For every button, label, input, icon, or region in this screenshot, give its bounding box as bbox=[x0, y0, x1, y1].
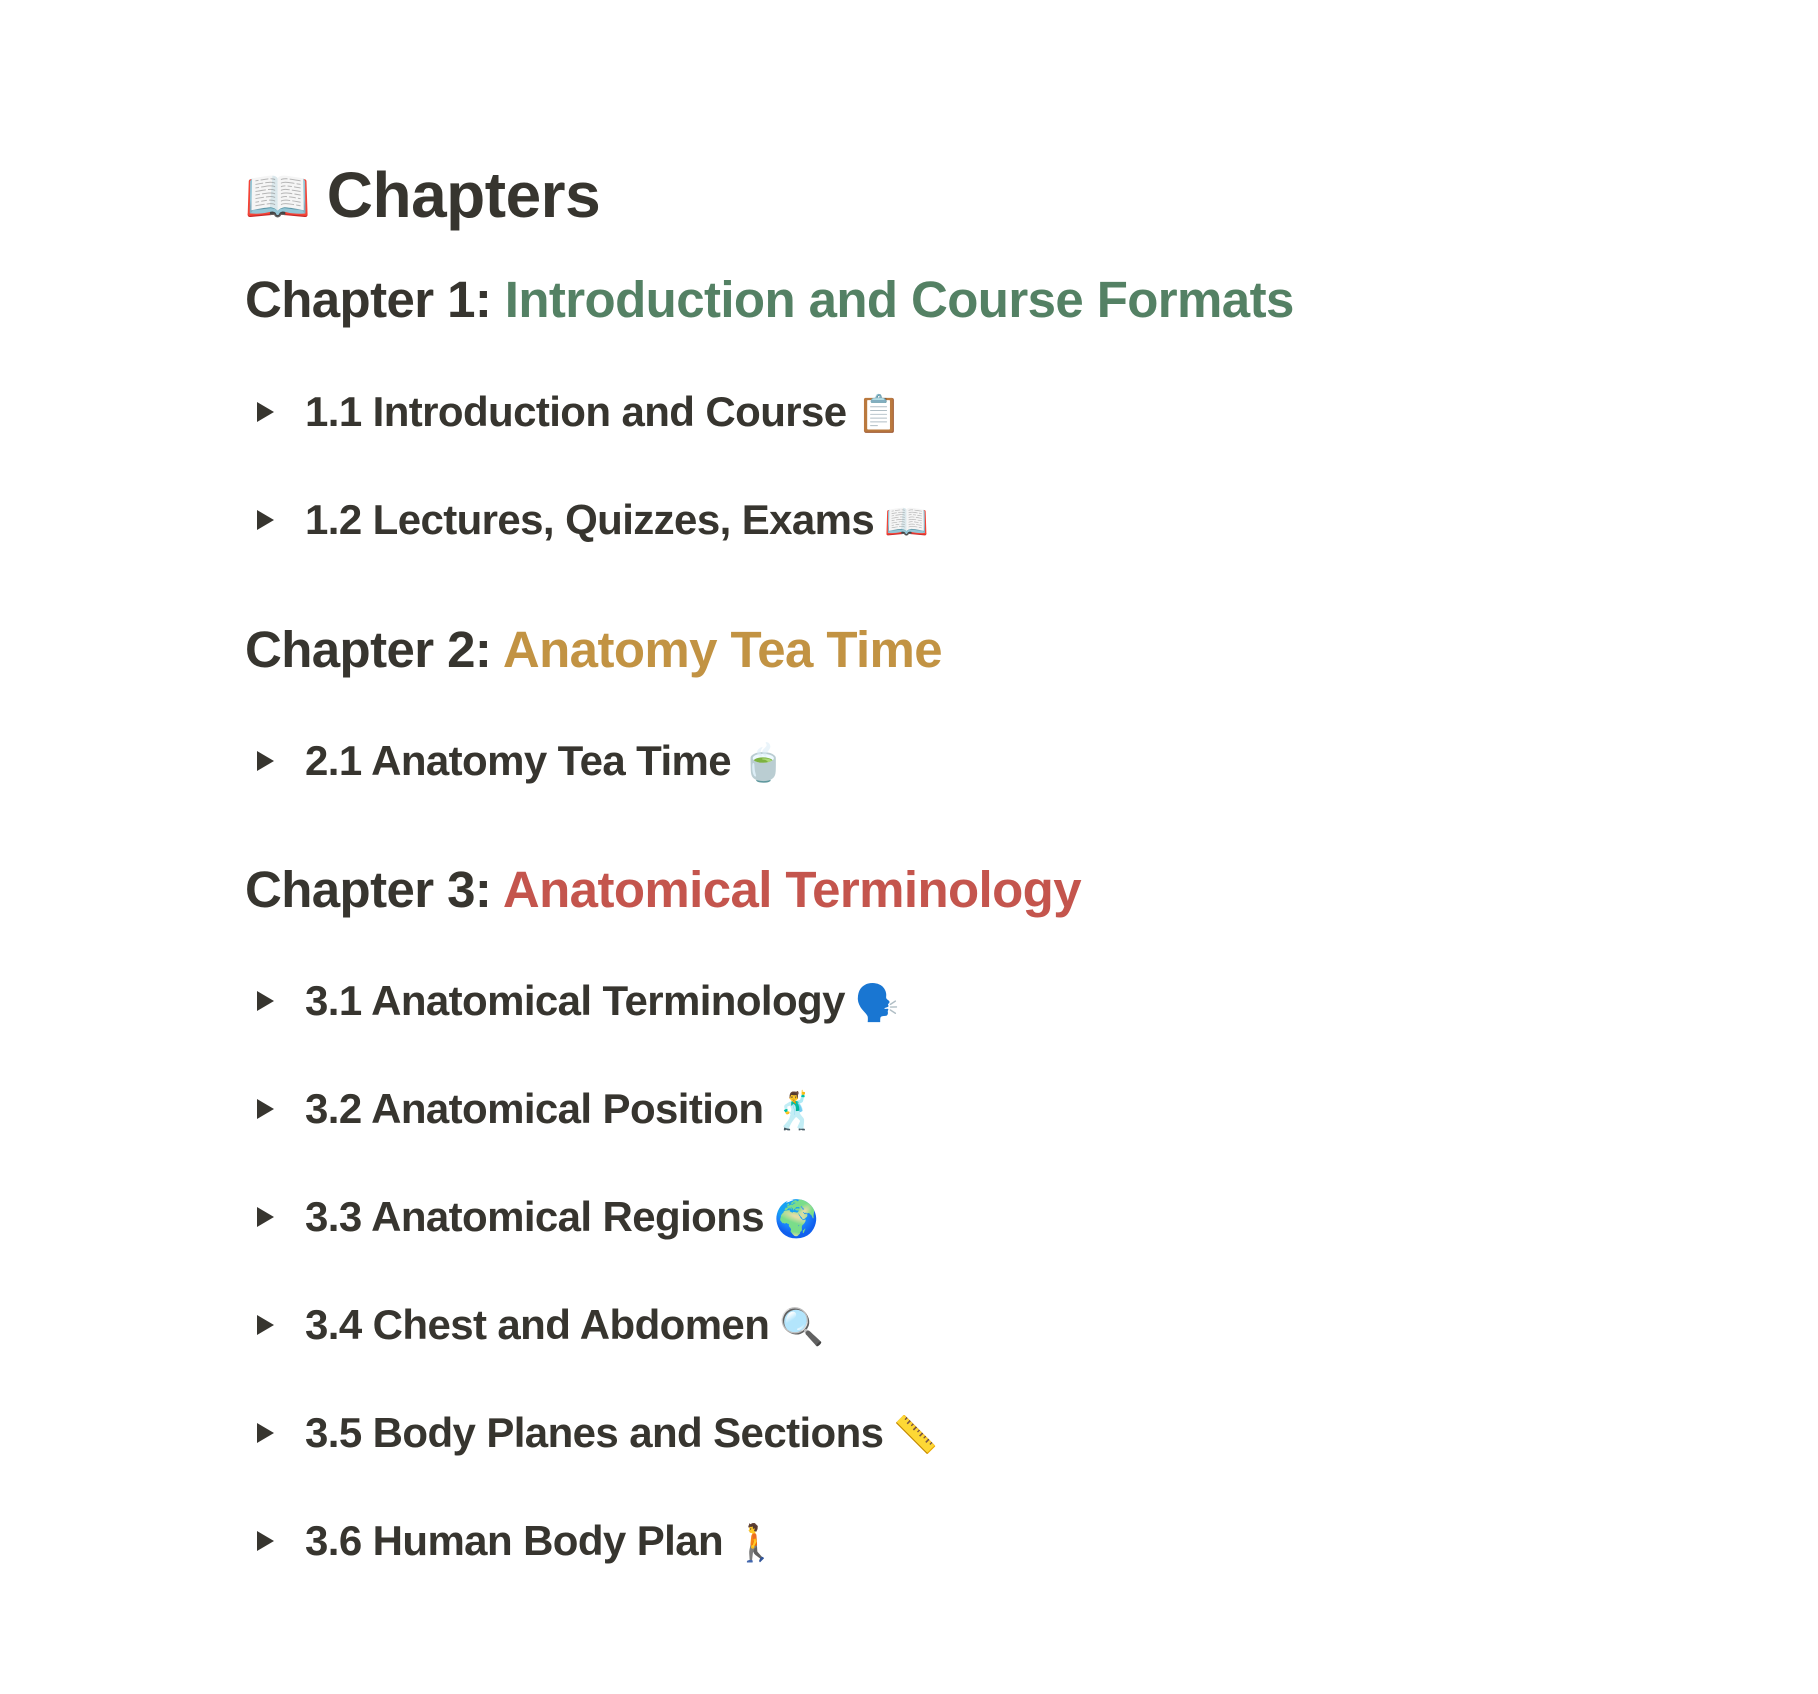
chapter-heading-1: Chapter 1: Introduction and Course Forma… bbox=[245, 274, 1294, 325]
chapter-heading-3: Chapter 3: Anatomical Terminology bbox=[245, 861, 1082, 918]
open-book-icon: 📖 bbox=[244, 166, 311, 227]
toggle-triangle-icon[interactable] bbox=[257, 1531, 274, 1551]
chapter-prefix: Chapter 2: bbox=[245, 621, 503, 678]
person-walking-icon: 🚶 bbox=[733, 1522, 778, 1563]
toggle-triangle-icon[interactable] bbox=[257, 1315, 274, 1335]
toggle-label: 1.2 Lectures, Quizzes, Exams bbox=[305, 496, 875, 543]
toggle-label: 3.6 Human Body Plan bbox=[305, 1517, 724, 1564]
toggle-item-2-1[interactable]: 2.1 Anatomy Tea Time 🍵 bbox=[257, 737, 786, 784]
toggle-label: 3.4 Chest and Abdomen bbox=[305, 1301, 770, 1348]
toggle-label: 3.2 Anatomical Position bbox=[305, 1085, 764, 1132]
page-title-text: Chapters bbox=[326, 158, 601, 231]
magnifying-glass-icon: 🔍 bbox=[779, 1306, 824, 1347]
toggle-triangle-icon[interactable] bbox=[257, 1099, 274, 1119]
toggle-item-3-4[interactable]: 3.4 Chest and Abdomen 🔍 bbox=[257, 1301, 824, 1348]
clipboard-icon: 📋 bbox=[856, 393, 902, 434]
chapter-name: Anatomy Tea Time bbox=[502, 621, 943, 678]
chapter-name: Introduction and Course Formats bbox=[504, 271, 1295, 328]
toggle-label: 3.5 Body Planes and Sections bbox=[305, 1409, 884, 1456]
toggle-item-1-2[interactable]: 1.2 Lectures, Quizzes, Exams 📖 bbox=[257, 496, 929, 543]
toggle-item-3-1[interactable]: 3.1 Anatomical Terminology 🗣️ bbox=[257, 977, 900, 1024]
toggle-triangle-icon[interactable] bbox=[257, 751, 274, 771]
globe-icon: 🌍 bbox=[774, 1198, 819, 1239]
chapter-prefix: Chapter 1: bbox=[245, 271, 505, 328]
toggle-triangle-icon[interactable] bbox=[257, 402, 274, 422]
man-dancing-icon: 🕺 bbox=[773, 1090, 818, 1131]
toggle-triangle-icon[interactable] bbox=[257, 510, 274, 530]
toggle-item-3-6[interactable]: 3.6 Human Body Plan 🚶 bbox=[257, 1517, 778, 1564]
toggle-label: 2.1 Anatomy Tea Time bbox=[305, 737, 732, 784]
chapter-heading-2: Chapter 2: Anatomy Tea Time bbox=[245, 621, 943, 678]
toggle-item-3-3[interactable]: 3.3 Anatomical Regions 🌍 bbox=[257, 1193, 819, 1240]
toggle-label: 1.1 Introduction and Course bbox=[305, 388, 847, 435]
toggle-triangle-icon[interactable] bbox=[257, 1423, 274, 1443]
speaking-head-icon: 🗣️ bbox=[854, 982, 900, 1023]
toggle-triangle-icon[interactable] bbox=[257, 1207, 274, 1227]
toggle-label: 3.3 Anatomical Regions bbox=[305, 1193, 765, 1240]
toggle-triangle-icon[interactable] bbox=[257, 991, 274, 1011]
page-title: 📖 Chapters bbox=[244, 163, 601, 227]
chapter-name: Anatomical Terminology bbox=[502, 861, 1082, 918]
toggle-item-3-5[interactable]: 3.5 Body Planes and Sections 📏 bbox=[257, 1412, 938, 1454]
teacup-icon: 🍵 bbox=[741, 742, 786, 783]
ruler-icon: 📏 bbox=[893, 1414, 938, 1455]
toggle-item-3-2[interactable]: 3.2 Anatomical Position 🕺 bbox=[257, 1088, 818, 1130]
chapter-prefix: Chapter 3: bbox=[245, 861, 503, 918]
toggle-label: 3.1 Anatomical Terminology bbox=[305, 977, 845, 1024]
toggle-item-1-1[interactable]: 1.1 Introduction and Course 📋 bbox=[257, 391, 901, 433]
open-book-icon: 📖 bbox=[884, 501, 929, 542]
